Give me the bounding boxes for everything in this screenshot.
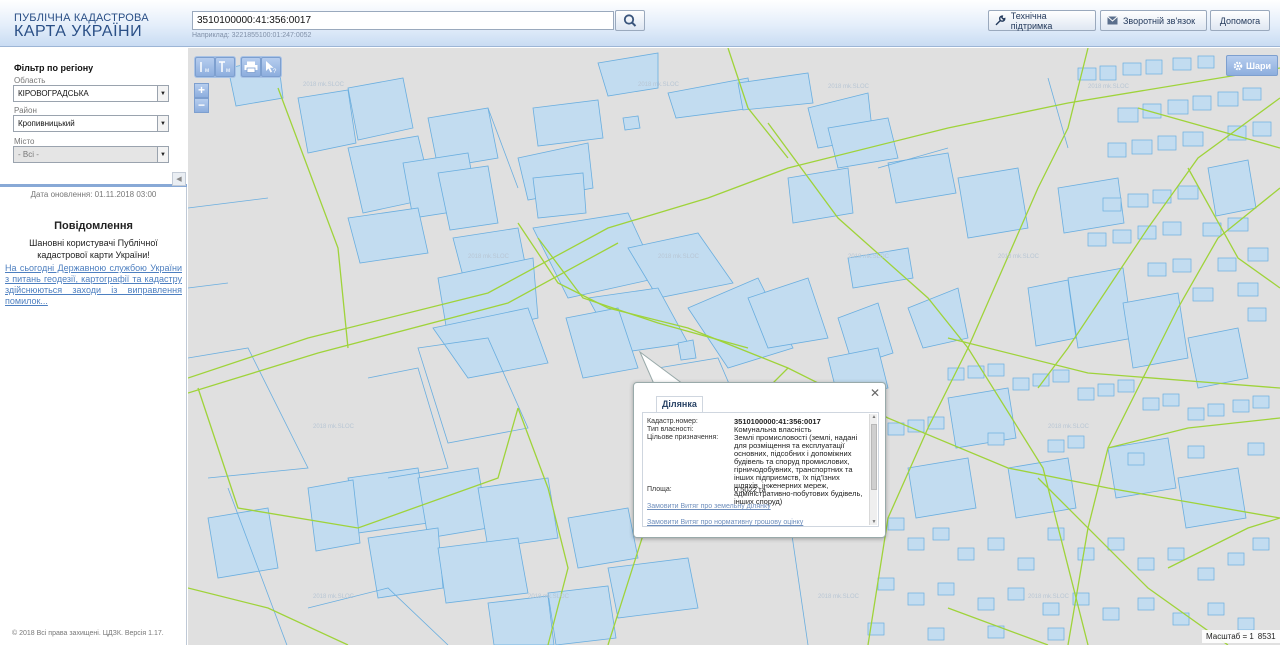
scale-label: Масштаб = 1 (1206, 632, 1254, 641)
help-button[interactable]: Допомога (1210, 10, 1270, 31)
svg-text:2018 mk.SLOC: 2018 mk.SLOC (303, 82, 345, 88)
print-button[interactable] (241, 57, 261, 77)
layers-button[interactable]: Шари (1226, 55, 1279, 76)
scroll-down-icon[interactable]: ▼ (870, 519, 878, 525)
chevron-down-icon: ▼ (157, 147, 168, 162)
measure-area-button[interactable]: м (215, 57, 235, 77)
city-select: - Всі - ▼ (13, 146, 169, 163)
svg-text:2018 mk.SLOC: 2018 mk.SLOC (313, 424, 355, 430)
area-value: 0.5022 га (734, 485, 766, 494)
chevron-down-icon: ▼ (157, 86, 168, 101)
search-button[interactable] (615, 10, 645, 31)
cadastral-label: Кадастр.номер: (647, 418, 698, 425)
ownership-label: Тип власності: (647, 426, 694, 433)
scroll-up-icon[interactable]: ▲ (870, 414, 878, 420)
tech-support-label: Технічна підтримка (1010, 10, 1053, 31)
printer-icon (244, 61, 258, 73)
zoom-out-button[interactable]: − (194, 98, 209, 113)
svg-text:2018 mk.SLOC: 2018 mk.SLOC (468, 254, 510, 260)
popup-scrollbar[interactable]: ▲ ▼ (869, 414, 877, 525)
map-layer: 2018 mk.SLOC 2018 mk.SLOC 2018 mk.SLOC 2018… (188, 48, 1280, 645)
search-icon (623, 14, 637, 27)
area-measure-icon: м (219, 61, 230, 74)
svg-text:2018 mk.SLOC: 2018 mk.SLOC (1048, 424, 1090, 430)
notice-link[interactable]: На сьогодні Державною службою України з … (5, 263, 182, 307)
copyright: © 2018 Всі права захищені. ЦДЗК. Версія … (12, 630, 164, 637)
region-filter: Фільтр по регіону Область КІРОВОГРАДСЬКА… (0, 48, 187, 187)
scroll-thumb[interactable] (871, 424, 877, 490)
svg-text:2018 mk.SLOC: 2018 mk.SLOC (998, 254, 1040, 260)
region-select-value: КІРОВОГРАДСЬКА (18, 89, 89, 98)
order-extract-link[interactable]: Замовити Витяг про земельну ділянку (647, 503, 771, 510)
header: ПУБЛІЧНА КАДАСТРОВА КАРТА УКРАЇНИ Наприк… (0, 0, 1280, 47)
sidebar: Фільтр по регіону Область КІРОВОГРАДСЬКА… (0, 48, 187, 645)
order-valuation-link[interactable]: Замовити Витяг про нормативну грошову оц… (647, 519, 803, 526)
map-canvas[interactable]: 2018 mk.SLOC 2018 mk.SLOC 2018 mk.SLOC 2018… (188, 48, 1280, 645)
district-select[interactable]: Кропивницький ▼ (13, 115, 169, 132)
district-label: Район (14, 106, 37, 115)
svg-text:?: ? (273, 69, 277, 74)
search-hint: Наприклад: 3221855100:01:247:0052 (192, 32, 312, 39)
parcel-info: Кадастр.номер: 3510100000:41:356:0017 Ти… (642, 412, 879, 527)
feedback-label: Зворотній зв'язок (1123, 15, 1196, 26)
region-select[interactable]: КІРОВОГРАДСЬКА ▼ (13, 85, 169, 102)
ruler-icon: м (200, 62, 209, 74)
district-select-value: Кропивницький (18, 119, 75, 128)
wrench-icon (995, 15, 1006, 26)
svg-text:м: м (205, 68, 209, 74)
notice-text: Шановні користувачі Публічної кадастрово… (29, 238, 158, 260)
svg-text:м: м (226, 68, 230, 74)
region-label: Область (14, 76, 46, 85)
map-toolbar: м м ? (194, 56, 282, 78)
measure-tools: м м (194, 56, 236, 78)
update-date: Дата оновлення: 01.11.2018 03:00 (30, 190, 157, 199)
purpose-label: Цільове призначення: (647, 434, 719, 441)
print-identify-tools: ? (240, 56, 282, 78)
chevron-down-icon: ▼ (157, 116, 168, 131)
svg-text:2018 mk.SLOC: 2018 mk.SLOC (528, 594, 570, 600)
search-input[interactable] (192, 11, 614, 30)
envelope-icon (1107, 16, 1118, 25)
area-label: Площа: (647, 486, 672, 493)
identify-button[interactable]: ? (261, 57, 281, 77)
zoom-in-button[interactable]: + (194, 83, 209, 98)
svg-text:2018 mk.SLOC: 2018 mk.SLOC (1028, 594, 1070, 600)
tab-parcel[interactable]: Ділянка (656, 396, 703, 412)
scale-value: 8531 (1257, 632, 1276, 641)
help-label: Допомога (1219, 15, 1261, 26)
city-select-value: - Всі - (18, 150, 39, 159)
filter-title: Фільтр по регіону (14, 63, 94, 73)
parcel-popup: ✕ Ділянка Кадастр.номер: 3510100000:41:3… (633, 382, 886, 538)
measure-distance-button[interactable]: м (195, 57, 215, 77)
feedback-button[interactable]: Зворотній зв'язок (1100, 10, 1207, 31)
svg-text:2018 mk.SLOC: 2018 mk.SLOC (313, 594, 355, 600)
collapse-sidebar-button[interactable]: ◀ (172, 172, 186, 186)
purpose-value: Землі промисловості (землі, надані для р… (734, 433, 863, 506)
zoom-control: + − (194, 83, 209, 113)
svg-text:2018 mk.SLOC: 2018 mk.SLOC (828, 84, 870, 90)
gear-icon (1233, 61, 1243, 70)
layers-label: Шари (1246, 60, 1272, 71)
svg-text:2018 mk.SLOC: 2018 mk.SLOC (1088, 84, 1130, 90)
svg-text:2018 mk.SLOC: 2018 mk.SLOC (658, 254, 700, 260)
svg-text:2018 mk.SLOC: 2018 mk.SLOC (848, 254, 890, 260)
svg-text:2018 mk.SLOC: 2018 mk.SLOC (638, 82, 680, 88)
tech-support-button[interactable]: Технічна підтримка (988, 10, 1096, 31)
map-scale: Масштаб = 1 8531 (1202, 630, 1280, 643)
svg-text:2018 mk.SLOC: 2018 mk.SLOC (818, 594, 860, 600)
notice-title: Повідомлення (54, 220, 133, 232)
cursor-question-icon: ? (266, 61, 277, 74)
logo-line-2[interactable]: КАРТА УКРАЇНИ (14, 23, 142, 41)
city-label: Місто (14, 137, 35, 146)
close-icon[interactable]: ✕ (870, 386, 880, 400)
